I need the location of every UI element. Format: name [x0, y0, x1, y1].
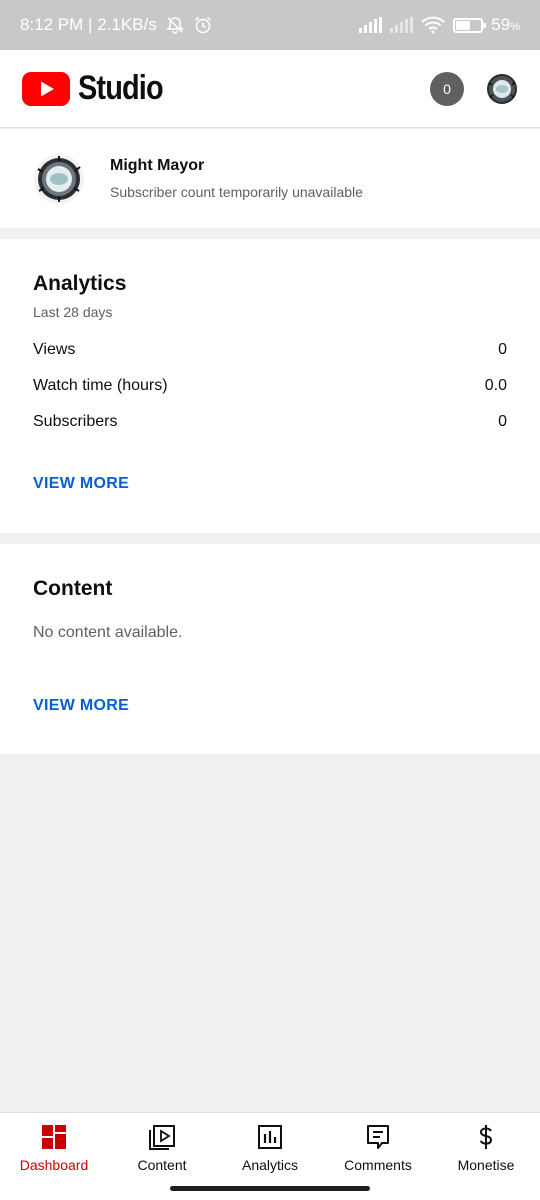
metric-value: 0: [498, 341, 507, 358]
nav-comments[interactable]: Comments: [324, 1113, 432, 1178]
metric-row-watch-time: Watch time (hours) 0.0: [33, 368, 507, 404]
gesture-handle[interactable]: [170, 1186, 370, 1191]
battery-percent: 59%: [491, 15, 520, 34]
dashboard-icon: [42, 1125, 66, 1149]
nav-dashboard[interactable]: Dashboard: [0, 1113, 108, 1178]
mute-bell-icon: [165, 17, 184, 34]
notification-count-badge[interactable]: 0: [430, 71, 464, 106]
account-avatar[interactable]: [486, 73, 518, 105]
nav-label: Monetise: [457, 1157, 515, 1173]
metric-label: Watch time (hours): [33, 377, 168, 394]
analytics-metrics: Views 0 Watch time (hours) 0.0 Subscribe…: [33, 332, 507, 440]
monetise-icon: [479, 1125, 493, 1149]
analytics-view-more-button[interactable]: VIEW MORE: [33, 475, 129, 493]
youtube-studio-logo[interactable]: Studio: [22, 69, 178, 108]
battery-icon: [453, 17, 487, 33]
status-bar: 8:12 PM | 2.1KB/s 59%: [0, 0, 540, 50]
nav-analytics[interactable]: Analytics: [216, 1113, 324, 1178]
channel-card[interactable]: Might Mayor Subscriber count temporarily…: [0, 129, 540, 228]
wifi-icon: [421, 16, 445, 34]
metric-label: Subscribers: [33, 413, 118, 430]
youtube-play-icon: [22, 71, 70, 106]
metric-row-subscribers: Subscribers 0: [33, 404, 507, 440]
metric-label: Views: [33, 341, 76, 358]
app-bar: Studio 0: [0, 50, 540, 128]
nav-content[interactable]: Content: [108, 1113, 216, 1178]
analytics-period: Last 28 days: [33, 304, 113, 320]
content-title: Content: [33, 577, 113, 600]
nav-monetise[interactable]: Monetise: [432, 1113, 540, 1178]
nav-label: Dashboard: [19, 1157, 89, 1173]
nav-label: Analytics: [241, 1157, 299, 1173]
metric-row-views: Views 0: [33, 332, 507, 368]
bottom-navigation: Dashboard Content Analytics Comments Mon…: [0, 1112, 540, 1178]
alarm-icon: [194, 16, 211, 34]
channel-name: Might Mayor: [110, 157, 205, 174]
content-icon: [149, 1125, 175, 1150]
analytics-card: Analytics Last 28 days Views 0 Watch tim…: [0, 239, 540, 533]
signal-icon: [390, 17, 414, 33]
metric-value: 0: [498, 413, 507, 430]
system-navigation-area: [0, 1178, 540, 1200]
comments-icon: [367, 1125, 389, 1149]
status-time-speed: 8:12 PM | 2.1KB/s: [20, 15, 157, 34]
signal-icon: [359, 17, 383, 33]
notification-count: 0: [443, 80, 451, 97]
logo-text: Studio: [78, 69, 164, 107]
analytics-title: Analytics: [33, 272, 127, 295]
metric-value: 0.0: [484, 377, 507, 394]
nav-label: Comments: [344, 1157, 412, 1173]
content-empty-message: No content available.: [33, 624, 183, 641]
subscriber-status: Subscriber count temporarily unavailable: [110, 184, 363, 200]
analytics-icon: [258, 1125, 282, 1149]
channel-avatar: [34, 153, 84, 204]
nav-label: Content: [137, 1157, 187, 1173]
content-card: Content No content available. VIEW MORE: [0, 544, 540, 754]
content-view-more-button[interactable]: VIEW MORE: [33, 697, 129, 715]
